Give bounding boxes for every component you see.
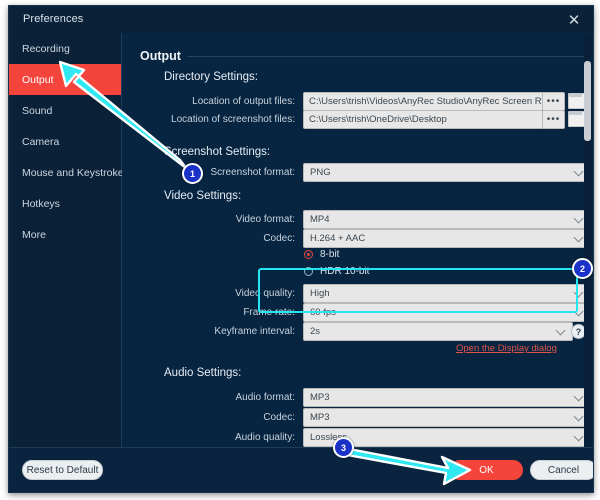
- audio-format-value: MP3: [310, 392, 330, 403]
- screenshot-settings-heading: Screenshot Settings:: [164, 146, 271, 158]
- audio-quality-label: Audio quality:: [234, 432, 295, 443]
- sidebar-item-sound[interactable]: Sound: [9, 95, 121, 126]
- screenshot-files-input[interactable]: C:\Users\trish\OneDrive\Desktop: [303, 110, 546, 129]
- dialog-footer: Reset to Default OK Cancel: [9, 447, 593, 492]
- folder-icon-tab: [569, 94, 582, 97]
- folder-icon-tab: [569, 112, 582, 115]
- screenshot-files-browse-button[interactable]: •••: [542, 110, 565, 129]
- audio-codec-label: Codec:: [263, 412, 295, 423]
- sidebar-item-more[interactable]: More: [9, 219, 121, 250]
- step-badge-2: 2: [572, 258, 593, 279]
- preferences-dialog: Preferences ✕ Recording Output Sound Cam…: [8, 5, 594, 493]
- window-title: Preferences: [23, 13, 84, 25]
- chevron-down-icon: [575, 433, 583, 441]
- open-display-dialog-link[interactable]: Open the Display dialog: [456, 343, 557, 354]
- sidebar-item-camera[interactable]: Camera: [9, 126, 121, 157]
- step-badge-1: 1: [182, 163, 203, 184]
- sidebar-item-label: More: [22, 228, 46, 241]
- video-codec-label: Codec:: [263, 233, 295, 244]
- video-settings-heading: Video Settings:: [164, 190, 242, 202]
- audio-format-label: Audio format:: [235, 392, 295, 403]
- chevron-down-icon: [575, 393, 583, 401]
- chevron-down-icon: [557, 327, 565, 335]
- cancel-button[interactable]: Cancel: [530, 460, 593, 480]
- keyframe-interval-label: Keyframe interval:: [214, 326, 295, 337]
- sidebar-item-hotkeys[interactable]: Hotkeys: [9, 188, 121, 219]
- sidebar-item-label: Hotkeys: [22, 197, 60, 210]
- video-quality-value: High: [310, 288, 330, 299]
- close-icon[interactable]: ✕: [563, 10, 585, 30]
- video-codec-value: H.264 + AAC: [310, 233, 366, 244]
- video-format-select[interactable]: MP4: [303, 210, 591, 229]
- audio-format-select[interactable]: MP3: [303, 388, 591, 407]
- chevron-down-icon: [575, 168, 583, 176]
- keyframe-interval-select[interactable]: 2s: [303, 322, 573, 341]
- bit-depth-8bit-row[interactable]: 8-bit: [304, 249, 339, 260]
- chevron-down-icon: [575, 413, 583, 421]
- screenshot-format-value: PNG: [310, 167, 331, 178]
- sidebar: Recording Output Sound Camera Mouse and …: [9, 33, 124, 492]
- radio-hdr-10bit-label: HDR 10-bit: [320, 266, 370, 277]
- directory-settings-heading: Directory Settings:: [164, 71, 258, 83]
- output-files-folder-icon[interactable]: [568, 93, 585, 109]
- output-files-browse-button[interactable]: •••: [542, 92, 565, 111]
- reset-to-default-button[interactable]: Reset to Default: [22, 460, 103, 480]
- frame-rate-label: Frame rate:: [243, 307, 295, 318]
- sidebar-item-label: Sound: [22, 104, 53, 117]
- output-files-label: Location of output files:: [192, 96, 295, 107]
- screenshot-files-folder-icon[interactable]: [568, 111, 585, 127]
- step-badge-3: 3: [333, 437, 354, 458]
- radio-8bit-label: 8-bit: [320, 249, 340, 260]
- audio-codec-value: MP3: [310, 412, 330, 423]
- video-quality-select[interactable]: High: [303, 284, 591, 303]
- video-format-label: Video format:: [235, 214, 295, 225]
- bit-depth-hdr10-row[interactable]: HDR 10-bit: [304, 266, 369, 277]
- sidebar-item-label: Output: [22, 73, 54, 86]
- video-format-value: MP4: [310, 214, 330, 225]
- radio-hdr-10bit[interactable]: [304, 267, 313, 276]
- frame-rate-value: 60 fps: [310, 307, 336, 318]
- output-settings-panel: Output Directory Settings: Location of o…: [122, 33, 593, 492]
- sidebar-item-mouse-and-keystroke[interactable]: Mouse and Keystroke: [9, 157, 124, 188]
- chevron-down-icon: [575, 289, 583, 297]
- chevron-down-icon: [575, 215, 583, 223]
- sidebar-item-label: Mouse and Keystroke: [22, 166, 124, 179]
- sidebar-item-label: Recording: [22, 42, 70, 55]
- video-quality-label: Video quality:: [235, 288, 295, 299]
- sidebar-item-output[interactable]: Output: [9, 64, 121, 95]
- title-bar: Preferences ✕: [9, 6, 593, 33]
- screenshot-root: Preferences ✕ Recording Output Sound Cam…: [0, 0, 600, 500]
- screenshot-format-select[interactable]: PNG: [303, 163, 591, 182]
- keyframe-interval-value: 2s: [310, 326, 321, 337]
- audio-settings-heading: Audio Settings:: [164, 367, 242, 379]
- video-codec-select[interactable]: H.264 + AAC: [303, 229, 591, 248]
- output-files-input[interactable]: C:\Users\trish\Videos\AnyRec Studio\AnyR…: [303, 92, 546, 111]
- sidebar-item-label: Camera: [22, 135, 60, 148]
- frame-rate-select[interactable]: 60 fps: [303, 303, 591, 322]
- audio-codec-select[interactable]: MP3: [303, 408, 591, 427]
- sidebar-item-recording[interactable]: Recording: [9, 33, 121, 64]
- page-title-rule: [188, 56, 588, 57]
- scrollbar-thumb[interactable]: [584, 61, 591, 141]
- chevron-down-icon: [575, 308, 583, 316]
- screenshot-format-label: Screenshot format:: [210, 167, 295, 178]
- ok-button[interactable]: OK: [450, 460, 523, 480]
- chevron-down-icon: [575, 234, 583, 242]
- radio-8bit[interactable]: [304, 250, 313, 259]
- screenshot-files-label: Location of screenshot files:: [171, 114, 295, 125]
- page-title: Output: [140, 49, 181, 63]
